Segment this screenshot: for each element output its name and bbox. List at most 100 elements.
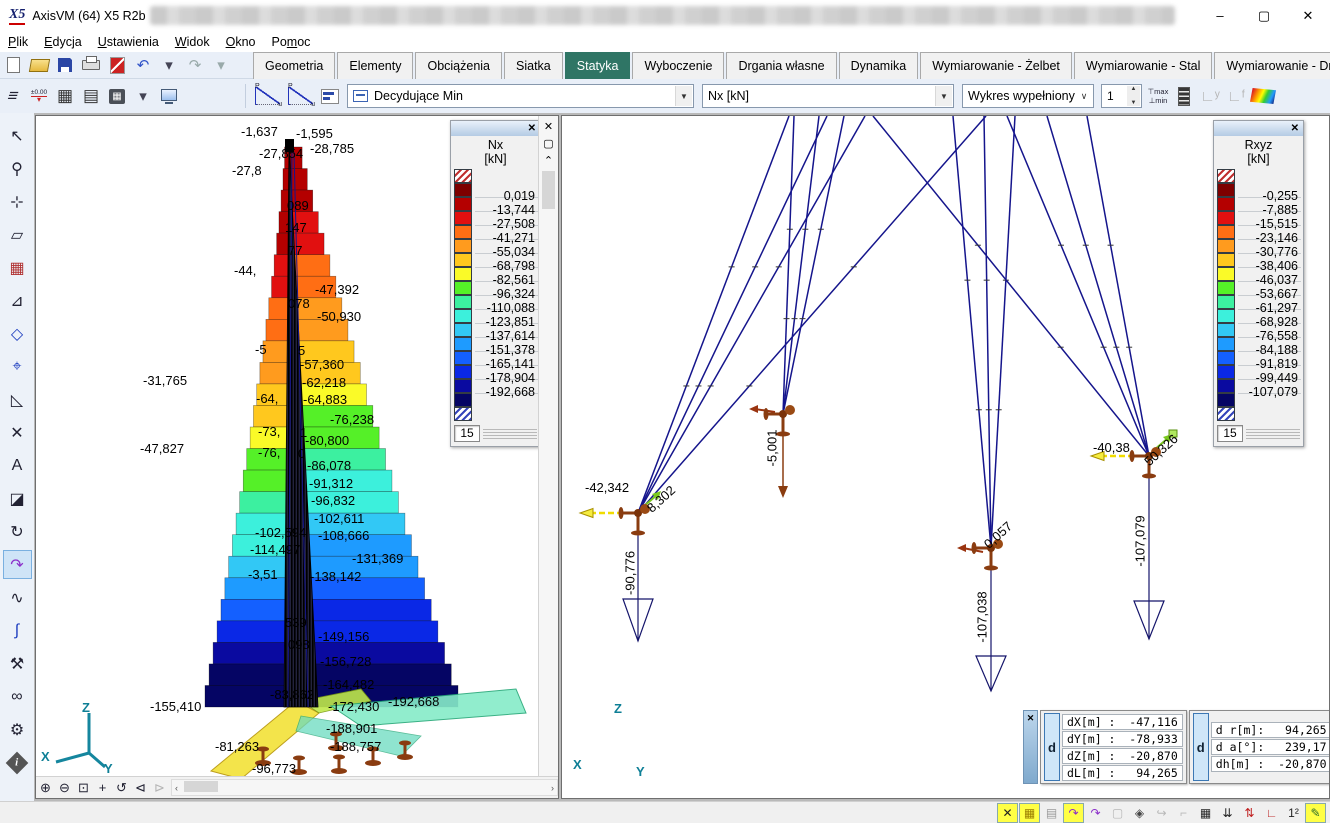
close-icon[interactable]: ✕ (1287, 123, 1303, 134)
polyline-tool-icon[interactable]: ↪ (1151, 803, 1172, 823)
tab-siatka[interactable]: Siatka (504, 52, 563, 79)
tab-obci-enia[interactable]: Obciążenia (415, 52, 502, 79)
grid-cursor-icon[interactable]: ▦ (1019, 803, 1040, 823)
load-case-combo[interactable]: Decydujące Min ▼ (347, 84, 694, 108)
horizontal-scrollbar[interactable]: ‹ › (171, 779, 558, 796)
sections-display-icon[interactable]: ↷ (1085, 803, 1106, 823)
zoom-out-icon[interactable]: ⊖ (55, 778, 74, 797)
parts-display-icon[interactable]: ↷ (1063, 803, 1084, 823)
layers-icon[interactable]: ≡ (0, 83, 29, 109)
close-icon[interactable]: ✕ (544, 120, 553, 133)
section-segment-icon[interactable]: ∫ (3, 616, 32, 645)
animation-icon[interactable] (1172, 83, 1196, 109)
tab-wyboczenie[interactable]: Wyboczenie (632, 52, 724, 79)
display-glasses-icon[interactable]: ∞ (3, 682, 32, 711)
model-view-right[interactable]: -42,342-40,38-90,776-5,001-107,038-107,0… (561, 115, 1330, 799)
view-undo-icon[interactable]: ⊲ (131, 778, 150, 797)
zoom-icon[interactable]: ⚲ (3, 154, 32, 183)
pdf-icon[interactable] (105, 52, 129, 78)
tab-statyka[interactable]: Statyka (565, 52, 631, 79)
coordinate-views-icon[interactable]: ⊹ (3, 187, 32, 216)
undo-more-icon[interactable]: ▾ (157, 52, 181, 78)
chevron-down-icon[interactable]: ∨ (1076, 86, 1092, 106)
select-icon[interactable]: ↖ (3, 121, 32, 150)
table-icon[interactable]: ▦ (53, 83, 77, 109)
chevron-down-icon[interactable]: ▼ (675, 86, 692, 106)
chevron-down-icon[interactable]: ▼ (935, 86, 952, 106)
info-icon[interactable]: i (3, 748, 32, 777)
diagram-style-combo[interactable]: Wykres wypełniony ∨ (962, 84, 1094, 108)
legend-title-bar[interactable]: ✕ (1214, 121, 1303, 136)
panel-grab-bar[interactable]: ✕ (1023, 710, 1038, 784)
tab-wymiarowanie-stal[interactable]: Wymiarowanie - Stal (1074, 52, 1213, 79)
table-grid-icon[interactable]: ▦ (1195, 803, 1216, 823)
spinner-arrows-icon[interactable]: ▲▼ (1127, 86, 1140, 106)
edit-polygon-icon[interactable]: ✎ (1305, 803, 1326, 823)
settings-wrench-icon[interactable]: ⚙ (3, 715, 32, 744)
result-setup-icon[interactable] (318, 83, 342, 109)
guideline-icon[interactable]: ◈ (1129, 803, 1150, 823)
arrows-updown-icon[interactable]: ⇅ (1239, 803, 1260, 823)
report-icon[interactable]: ▤ (79, 83, 103, 109)
scroll-up-icon[interactable]: ⌃ (544, 154, 553, 167)
transform-icon[interactable]: ⊿ (3, 286, 32, 315)
snap-icon[interactable]: ✕ (997, 803, 1018, 823)
linear-static-icon[interactable] (255, 87, 280, 105)
close-button[interactable]: ✕ (1286, 1, 1330, 31)
result-component-combo[interactable]: Nx [kN] ▼ (702, 84, 954, 108)
open-icon[interactable] (27, 52, 51, 78)
minimize-button[interactable]: – (1198, 1, 1242, 31)
level-count-field[interactable]: 15 (454, 425, 480, 442)
zoom-fit-icon[interactable]: ⊡ (74, 778, 93, 797)
menu-plik[interactable]: Plik (0, 33, 36, 51)
tab-wymiarowanie-elbet[interactable]: Wymiarowanie - Żelbet (920, 52, 1072, 79)
renumber-icon[interactable]: ↻ (3, 517, 32, 546)
maximize-button[interactable]: ▢ (1242, 1, 1286, 31)
redo-more-icon[interactable]: ▾ (209, 52, 233, 78)
undo-icon[interactable]: ↶ (131, 52, 155, 78)
dimension-lines-icon[interactable]: ⌖ (3, 352, 32, 381)
render-mode-icon[interactable] (1250, 83, 1276, 109)
arrows-down-icon[interactable]: ⇊ (1217, 803, 1238, 823)
zoom-in-icon[interactable]: ⊕ (36, 778, 55, 797)
close-icon[interactable]: ✕ (1027, 713, 1035, 783)
plane-tools-icon[interactable]: ◪ (3, 484, 32, 513)
menu-okno[interactable]: Okno (218, 33, 264, 51)
minmax-icon[interactable] (1146, 83, 1170, 109)
local-axes-icon[interactable]: ∟ (1261, 803, 1282, 823)
table-rows-icon[interactable]: ▤ (1041, 803, 1062, 823)
tab-elementy[interactable]: Elementy (337, 52, 413, 79)
move-icon[interactable]: ◇ (3, 319, 32, 348)
tab-wymiarowanie-drewno[interactable]: Wymiarowanie - Drewno (1214, 52, 1330, 79)
workplane-icon[interactable]: ▢ (1107, 803, 1128, 823)
numbering-icon[interactable]: 1² (1283, 803, 1304, 823)
perspective-icon[interactable]: ▱ (3, 220, 32, 249)
tab-geometria[interactable]: Geometria (253, 52, 335, 79)
menu-widok[interactable]: Widok (167, 33, 218, 51)
scale-spinner[interactable]: 1 ▲▼ (1101, 84, 1142, 108)
rotate-icon[interactable]: ↺ (112, 778, 131, 797)
trajectory-icon[interactable]: ⌐ (1173, 803, 1194, 823)
scrollbar-thumb[interactable] (542, 171, 555, 209)
view-redo-icon[interactable]: ⊳ (150, 778, 169, 797)
calc-more-icon[interactable]: ▾ (131, 83, 155, 109)
legend-title-bar[interactable]: ✕ (451, 121, 540, 136)
scroll-left-icon[interactable]: ‹ (175, 783, 178, 793)
finish-brush-icon[interactable]: ⚒ (3, 649, 32, 678)
axes-f-disabled-icon[interactable]: ∟ᶠ (1224, 83, 1248, 109)
menu-pomoc[interactable]: Pomoc (263, 33, 318, 51)
drawing-tools-icon[interactable]: ◺ (3, 385, 32, 414)
dimension-icon[interactable] (27, 83, 51, 109)
maximize-icon[interactable]: ▢ (543, 137, 553, 150)
display-params-icon[interactable] (157, 83, 181, 109)
polyline-icon[interactable]: ∿ (3, 583, 32, 612)
redo-icon[interactable]: ↷ (183, 52, 207, 78)
model-view-left[interactable]: -1,637-1,595-27,854-27,8-28,78508914777-… (35, 115, 559, 799)
menu-ustawienia[interactable]: Ustawienia (90, 33, 167, 51)
left-view-scrollbar[interactable]: ✕ ▢ ⌃ (538, 116, 558, 779)
nonlinear-static-icon[interactable] (288, 87, 313, 105)
tab-drgania-w-asne[interactable]: Drgania własne (726, 52, 836, 79)
text-annotation-icon[interactable]: A (3, 451, 32, 480)
modify-trim-icon[interactable]: ✕ (3, 418, 32, 447)
print-icon[interactable] (79, 52, 103, 78)
